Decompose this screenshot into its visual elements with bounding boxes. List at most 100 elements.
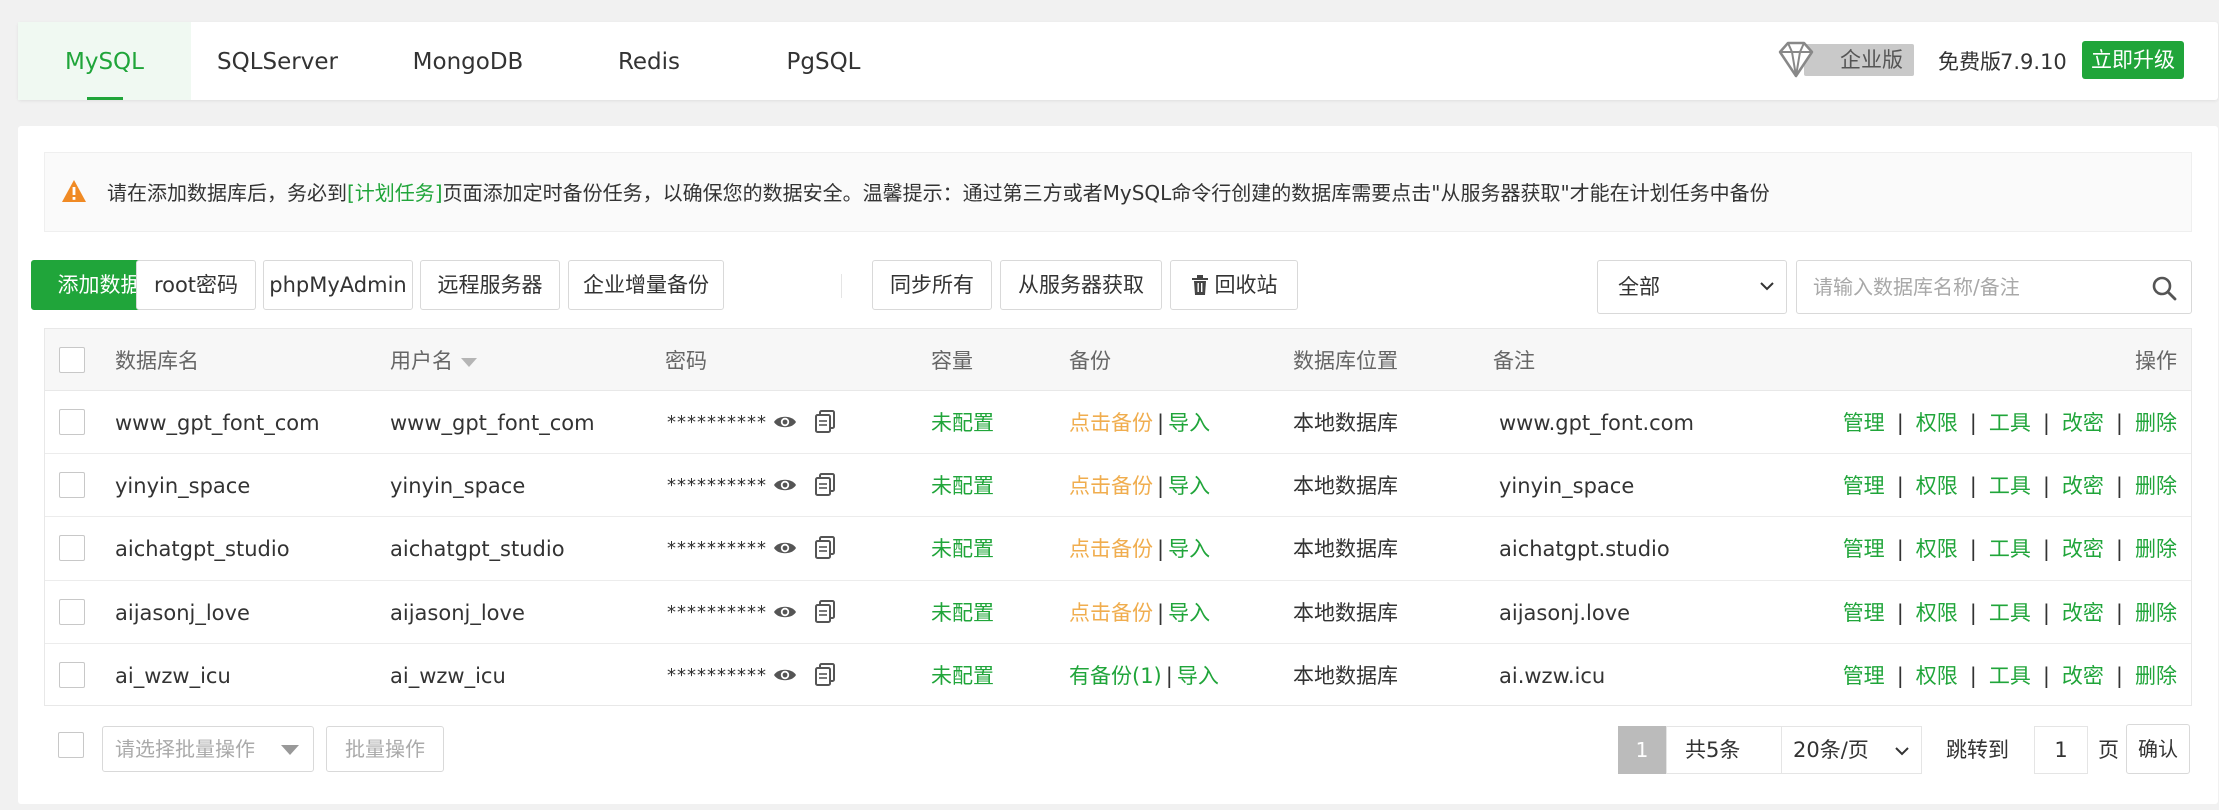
free-edition-label: 免费版 bbox=[1938, 50, 2001, 74]
cron-task-link[interactable]: [计划任务] bbox=[347, 181, 443, 205]
eye-icon[interactable] bbox=[773, 476, 797, 494]
tools-link[interactable]: 工具 bbox=[1989, 411, 2031, 435]
tools-link[interactable]: 工具 bbox=[1989, 474, 2031, 498]
db-note[interactable]: www.gpt_font.com bbox=[1499, 391, 1694, 455]
change-password-link[interactable]: 改密 bbox=[2062, 664, 2104, 688]
tab-sqlserver[interactable]: SQLServer bbox=[191, 22, 364, 100]
db-capacity[interactable]: 未配置 bbox=[931, 581, 994, 645]
manage-link[interactable]: 管理 bbox=[1843, 411, 1885, 435]
backup-link[interactable]: 点击备份 bbox=[1069, 411, 1153, 435]
eye-icon[interactable] bbox=[773, 413, 797, 431]
manage-link[interactable]: 管理 bbox=[1843, 474, 1885, 498]
backup-link[interactable]: 点击备份 bbox=[1069, 537, 1153, 561]
tab-mongodb[interactable]: MongoDB bbox=[373, 22, 563, 100]
trash-icon bbox=[1191, 275, 1208, 295]
footer-select-all-checkbox[interactable] bbox=[58, 732, 84, 758]
delete-link[interactable]: 删除 bbox=[2135, 474, 2177, 498]
enterprise-backup-button[interactable]: 企业增量备份 bbox=[568, 260, 724, 310]
copy-icon[interactable] bbox=[815, 662, 835, 687]
eye-icon[interactable] bbox=[773, 603, 797, 621]
sort-down-icon[interactable] bbox=[461, 357, 477, 367]
row-actions: 管理 | 权限 | 工具 | 改密 | 删除 bbox=[1843, 391, 2177, 455]
import-link[interactable]: 导入 bbox=[1177, 664, 1219, 688]
jump-page-input[interactable]: 1 bbox=[2034, 726, 2088, 774]
backup-link[interactable]: 点击备份 bbox=[1069, 474, 1153, 498]
manage-link[interactable]: 管理 bbox=[1843, 537, 1885, 561]
permission-link[interactable]: 权限 bbox=[1916, 664, 1958, 688]
db-note[interactable]: aichatgpt.studio bbox=[1499, 517, 1670, 581]
change-password-link[interactable]: 改密 bbox=[2062, 474, 2104, 498]
tools-link[interactable]: 工具 bbox=[1989, 601, 2031, 625]
tab-pgsql[interactable]: PgSQL bbox=[736, 22, 911, 100]
db-capacity[interactable]: 未配置 bbox=[931, 517, 994, 581]
row-checkbox[interactable] bbox=[59, 661, 85, 688]
header-user-label: 用户名 bbox=[390, 349, 453, 373]
tab-mysql[interactable]: MySQL bbox=[18, 22, 191, 100]
batch-operation-select[interactable]: 请选择批量操作 bbox=[102, 726, 314, 772]
tools-link[interactable]: 工具 bbox=[1989, 537, 2031, 561]
manage-link[interactable]: 管理 bbox=[1843, 601, 1885, 625]
select-all-checkbox[interactable] bbox=[59, 347, 85, 373]
confirm-jump-button[interactable]: 确认 bbox=[2126, 724, 2190, 774]
eye-icon[interactable] bbox=[773, 539, 797, 557]
separator: | bbox=[1157, 474, 1165, 499]
permission-link[interactable]: 权限 bbox=[1916, 601, 1958, 625]
separator: | bbox=[1969, 663, 1977, 688]
tab-redis[interactable]: Redis bbox=[563, 22, 735, 100]
sync-all-button[interactable]: 同步所有 bbox=[872, 260, 992, 310]
search-input[interactable] bbox=[1797, 261, 2137, 313]
delete-link[interactable]: 删除 bbox=[2135, 537, 2177, 561]
import-link[interactable]: 导入 bbox=[1168, 601, 1210, 625]
header-location: 数据库位置 bbox=[1293, 349, 1398, 373]
row-checkbox[interactable] bbox=[59, 472, 85, 499]
backup-link[interactable]: 点击备份 bbox=[1069, 601, 1153, 625]
page-size-select[interactable]: 20条/页 bbox=[1793, 727, 1869, 773]
row-checkbox[interactable] bbox=[59, 598, 85, 625]
warning-icon bbox=[62, 180, 86, 202]
delete-link[interactable]: 删除 bbox=[2135, 664, 2177, 688]
db-location: 本地数据库 bbox=[1293, 600, 1398, 625]
change-password-link[interactable]: 改密 bbox=[2062, 411, 2104, 435]
copy-icon[interactable] bbox=[815, 536, 835, 560]
permission-link[interactable]: 权限 bbox=[1916, 537, 1958, 561]
phpmyadmin-button[interactable]: phpMyAdmin bbox=[263, 260, 413, 310]
import-link[interactable]: 导入 bbox=[1168, 411, 1210, 435]
import-link[interactable]: 导入 bbox=[1168, 537, 1210, 561]
db-note[interactable]: yinyin_space bbox=[1499, 454, 1634, 518]
db-capacity[interactable]: 未配置 bbox=[931, 644, 994, 708]
permission-link[interactable]: 权限 bbox=[1916, 411, 1958, 435]
toolbar-divider bbox=[841, 274, 842, 298]
copy-icon[interactable] bbox=[815, 599, 835, 624]
search-icon[interactable] bbox=[2151, 275, 2177, 301]
copy-icon[interactable] bbox=[815, 473, 835, 497]
row-checkbox[interactable] bbox=[59, 535, 85, 562]
current-page[interactable]: 1 bbox=[1618, 726, 1666, 774]
backup-link[interactable]: 有备份(1) bbox=[1069, 664, 1162, 688]
db-capacity[interactable]: 未配置 bbox=[931, 454, 994, 518]
tools-link[interactable]: 工具 bbox=[1989, 664, 2031, 688]
permission-link[interactable]: 权限 bbox=[1916, 474, 1958, 498]
upgrade-button[interactable]: 立即升级 bbox=[2082, 41, 2184, 79]
change-password-link[interactable]: 改密 bbox=[2062, 601, 2104, 625]
db-capacity[interactable]: 未配置 bbox=[931, 391, 994, 455]
delete-link[interactable]: 删除 bbox=[2135, 601, 2177, 625]
header-password: 密码 bbox=[665, 349, 707, 373]
import-link[interactable]: 导入 bbox=[1168, 474, 1210, 498]
manage-link[interactable]: 管理 bbox=[1843, 664, 1885, 688]
batch-operation-button[interactable]: 批量操作 bbox=[326, 726, 444, 772]
copy-icon[interactable] bbox=[815, 410, 835, 434]
remote-server-button[interactable]: 远程服务器 bbox=[420, 260, 560, 310]
db-note[interactable]: ai.wzw.icu bbox=[1499, 644, 1605, 708]
separator: | bbox=[2115, 537, 2123, 562]
category-select[interactable]: 全部 bbox=[1597, 260, 1787, 314]
root-password-button[interactable]: root密码 bbox=[136, 260, 256, 310]
fetch-from-server-button[interactable]: 从服务器获取 bbox=[1000, 260, 1162, 310]
recycle-bin-button[interactable]: 回收站 bbox=[1170, 260, 1298, 310]
eye-icon[interactable] bbox=[773, 666, 797, 684]
header-name: 数据库名 bbox=[115, 349, 199, 373]
header-user[interactable]: 用户名 bbox=[390, 329, 477, 393]
row-checkbox[interactable] bbox=[59, 409, 85, 435]
change-password-link[interactable]: 改密 bbox=[2062, 537, 2104, 561]
delete-link[interactable]: 删除 bbox=[2135, 411, 2177, 435]
db-note[interactable]: aijasonj.love bbox=[1499, 581, 1630, 645]
